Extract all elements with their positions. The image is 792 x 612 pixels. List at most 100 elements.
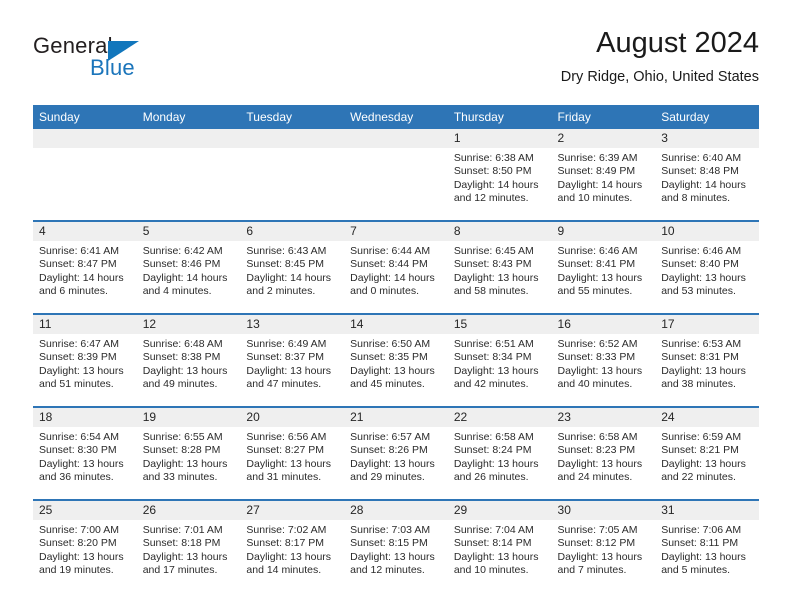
calendar-page: General Blue August 2024 Dry Ridge, Ohio… bbox=[0, 0, 792, 612]
day-details: Sunrise: 6:40 AM Sunset: 8:48 PM Daylight:… bbox=[655, 148, 759, 206]
calendar-day-cell[interactable]: 3 Sunrise: 6:40 AM Sunset: 8:48 PM Daylight… bbox=[655, 129, 759, 221]
day-cell-inner: 7 Sunrise: 6:44 AM Sunset: 8:44 PM Daylight… bbox=[344, 222, 448, 313]
sunrise-text: Sunrise: 6:47 AM bbox=[39, 338, 119, 350]
weekday-header-wednesday: Wednesday bbox=[344, 105, 448, 129]
calendar-day-cell[interactable]: 28 Sunrise: 7:03 AM Sunset: 8:15 PM Dayligh… bbox=[344, 499, 448, 592]
day-details: Sunrise: 6:49 AM Sunset: 8:37 PM Daylight:… bbox=[240, 334, 344, 392]
calendar-day-cell[interactable]: 2 Sunrise: 6:39 AM Sunset: 8:49 PM Daylight… bbox=[551, 129, 656, 221]
daylight-text: Daylight: 13 hours and 22 minutes. bbox=[661, 457, 746, 484]
sunrise-text: Sunrise: 6:52 AM bbox=[557, 338, 638, 350]
calendar-day-cell[interactable]: 11 Sunrise: 6:47 AM Sunset: 8:39 PM Dayligh… bbox=[33, 313, 137, 407]
sunset-text: Sunset: 8:15 PM bbox=[350, 537, 428, 550]
day-cell-inner: 3 Sunrise: 6:40 AM Sunset: 8:48 PM Daylight… bbox=[655, 129, 759, 220]
page-subtitle: Dry Ridge, Ohio, United States bbox=[560, 68, 759, 85]
calendar-day-cell[interactable]: 12 Sunrise: 6:48 AM Sunset: 8:38 PM Dayligh… bbox=[136, 313, 241, 407]
calendar-day-cell[interactable]: 19 Sunrise: 6:55 AM Sunset: 8:28 PM Dayligh… bbox=[136, 406, 241, 500]
sunrise-text: Sunrise: 7:00 AM bbox=[39, 524, 119, 536]
day-cell-inner: 14 Sunrise: 6:50 AM Sunset: 8:35 PM Dayligh… bbox=[344, 315, 448, 406]
sunrise-text: Sunrise: 6:55 AM bbox=[142, 431, 223, 443]
sunrise-text: Sunrise: 6:46 AM bbox=[557, 245, 638, 257]
sunset-text: Sunset: 8:21 PM bbox=[661, 444, 739, 457]
day-cell-inner: 18 Sunrise: 6:54 AM Sunset: 8:30 PM Dayligh… bbox=[33, 408, 137, 499]
calendar-day-cell[interactable]: 17 Sunrise: 6:53 AM Sunset: 8:31 PM Dayligh… bbox=[655, 313, 759, 407]
calendar-day-cell[interactable]: 26 Sunrise: 7:01 AM Sunset: 8:18 PM Dayligh… bbox=[136, 499, 241, 592]
sunset-text: Sunset: 8:45 PM bbox=[246, 258, 325, 271]
daylight-text: Daylight: 14 hours and 4 minutes. bbox=[142, 271, 228, 298]
day-number bbox=[136, 129, 241, 148]
day-number: 6 bbox=[240, 222, 345, 241]
sunrise-text: Sunrise: 6:49 AM bbox=[246, 338, 327, 350]
calendar-day-cell[interactable]: 23 Sunrise: 6:58 AM Sunset: 8:23 PM Dayligh… bbox=[551, 406, 656, 500]
calendar-day-cell[interactable]: 30 Sunrise: 7:05 AM Sunset: 8:12 PM Dayligh… bbox=[551, 499, 656, 592]
calendar-day-cell[interactable]: 6 Sunrise: 6:43 AM Sunset: 8:45 PM Daylight… bbox=[240, 220, 345, 314]
day-details: Sunrise: 6:38 AM Sunset: 8:50 PM Daylight:… bbox=[448, 148, 552, 206]
general-blue-logo[interactable]: General Blue bbox=[33, 33, 273, 91]
calendar-day-cell[interactable]: 22 Sunrise: 6:58 AM Sunset: 8:24 PM Dayligh… bbox=[447, 406, 552, 500]
day-cell-inner: 27 Sunrise: 7:02 AM Sunset: 8:17 PM Dayligh… bbox=[240, 501, 345, 592]
sunset-text: Sunset: 8:49 PM bbox=[557, 165, 636, 178]
calendar-week-row: 1 Sunrise: 6:38 AM Sunset: 8:50 PM Daylight… bbox=[33, 129, 759, 221]
calendar-day-cell[interactable]: 18 Sunrise: 6:54 AM Sunset: 8:30 PM Dayligh… bbox=[33, 406, 137, 500]
calendar-day-cell[interactable]: 31 Sunrise: 7:06 AM Sunset: 8:11 PM Dayligh… bbox=[655, 499, 759, 592]
day-details: Sunrise: 6:43 AM Sunset: 8:45 PM Daylight:… bbox=[240, 241, 344, 299]
daylight-text: Daylight: 13 hours and 26 minutes. bbox=[453, 457, 539, 484]
day-details: Sunrise: 7:00 AM Sunset: 8:20 PM Daylight:… bbox=[33, 520, 137, 578]
day-cell-inner: 22 Sunrise: 6:58 AM Sunset: 8:24 PM Dayligh… bbox=[447, 408, 552, 499]
day-cell-inner: 6 Sunrise: 6:43 AM Sunset: 8:45 PM Daylight… bbox=[240, 222, 345, 313]
calendar-day-cell[interactable]: 4 Sunrise: 6:41 AM Sunset: 8:47 PM Daylight… bbox=[33, 220, 137, 314]
day-number: 22 bbox=[447, 408, 552, 427]
daylight-text: Daylight: 14 hours and 2 minutes. bbox=[246, 271, 332, 298]
calendar-day-cell[interactable]: 1 Sunrise: 6:38 AM Sunset: 8:50 PM Daylight… bbox=[447, 129, 552, 221]
calendar-cell-empty bbox=[136, 129, 241, 221]
daylight-text: Daylight: 14 hours and 6 minutes. bbox=[39, 271, 124, 298]
sunset-text: Sunset: 8:44 PM bbox=[350, 258, 428, 271]
calendar-day-cell[interactable]: 16 Sunrise: 6:52 AM Sunset: 8:33 PM Dayligh… bbox=[551, 313, 656, 407]
sunset-text: Sunset: 8:39 PM bbox=[39, 351, 117, 364]
day-details: Sunrise: 6:59 AM Sunset: 8:21 PM Daylight:… bbox=[655, 427, 759, 485]
daylight-text: Daylight: 13 hours and 29 minutes. bbox=[350, 457, 435, 484]
daylight-text: Daylight: 14 hours and 8 minutes. bbox=[661, 178, 746, 205]
day-cell-inner: 1 Sunrise: 6:38 AM Sunset: 8:50 PM Daylight… bbox=[447, 129, 552, 220]
sunset-text: Sunset: 8:43 PM bbox=[453, 258, 532, 271]
day-cell-inner: 9 Sunrise: 6:46 AM Sunset: 8:41 PM Daylight… bbox=[551, 222, 656, 313]
calendar-day-cell[interactable]: 7 Sunrise: 6:44 AM Sunset: 8:44 PM Daylight… bbox=[344, 220, 448, 314]
sunset-text: Sunset: 8:23 PM bbox=[557, 444, 636, 457]
weekday-header-sunday: Sunday bbox=[33, 105, 137, 129]
calendar-day-cell[interactable]: 29 Sunrise: 7:04 AM Sunset: 8:14 PM Dayligh… bbox=[447, 499, 552, 592]
logo-text-blue: Blue bbox=[90, 55, 135, 80]
daylight-text: Daylight: 13 hours and 24 minutes. bbox=[557, 457, 643, 484]
calendar-day-cell[interactable]: 24 Sunrise: 6:59 AM Sunset: 8:21 PM Dayligh… bbox=[655, 406, 759, 500]
day-details: Sunrise: 6:42 AM Sunset: 8:46 PM Daylight:… bbox=[137, 241, 241, 299]
calendar-day-cell[interactable]: 8 Sunrise: 6:45 AM Sunset: 8:43 PM Daylight… bbox=[447, 220, 552, 314]
sunset-text: Sunset: 8:37 PM bbox=[246, 351, 325, 364]
sunrise-text: Sunrise: 7:03 AM bbox=[350, 524, 431, 536]
calendar-day-cell[interactable]: 9 Sunrise: 6:46 AM Sunset: 8:41 PM Daylight… bbox=[551, 220, 656, 314]
day-number: 13 bbox=[240, 315, 345, 334]
day-details: Sunrise: 6:57 AM Sunset: 8:26 PM Daylight:… bbox=[344, 427, 448, 485]
day-number: 21 bbox=[344, 408, 448, 427]
sunset-text: Sunset: 8:31 PM bbox=[661, 351, 739, 364]
day-details: Sunrise: 6:53 AM Sunset: 8:31 PM Daylight:… bbox=[655, 334, 759, 392]
calendar-day-cell[interactable]: 21 Sunrise: 6:57 AM Sunset: 8:26 PM Dayligh… bbox=[344, 406, 448, 500]
weekday-header-thursday: Thursday bbox=[447, 105, 552, 129]
day-number: 15 bbox=[447, 315, 552, 334]
sunrise-text: Sunrise: 7:04 AM bbox=[453, 524, 534, 536]
calendar-day-cell[interactable]: 25 Sunrise: 7:00 AM Sunset: 8:20 PM Dayligh… bbox=[33, 499, 137, 592]
calendar-day-cell[interactable]: 5 Sunrise: 6:42 AM Sunset: 8:46 PM Daylight… bbox=[136, 220, 241, 314]
daylight-text: Daylight: 13 hours and 51 minutes. bbox=[39, 364, 124, 391]
sunset-text: Sunset: 8:24 PM bbox=[453, 444, 532, 457]
calendar-day-cell[interactable]: 10 Sunrise: 6:46 AM Sunset: 8:40 PM Dayligh… bbox=[655, 220, 759, 314]
sunset-text: Sunset: 8:48 PM bbox=[661, 165, 739, 178]
calendar-week-row: 18 Sunrise: 6:54 AM Sunset: 8:30 PM Dayligh… bbox=[33, 406, 759, 500]
sunset-text: Sunset: 8:47 PM bbox=[39, 258, 117, 271]
calendar-day-cell[interactable]: 27 Sunrise: 7:02 AM Sunset: 8:17 PM Dayligh… bbox=[240, 499, 345, 592]
calendar-day-cell[interactable]: 20 Sunrise: 6:56 AM Sunset: 8:27 PM Dayligh… bbox=[240, 406, 345, 500]
calendar-day-cell[interactable]: 13 Sunrise: 6:49 AM Sunset: 8:37 PM Dayligh… bbox=[240, 313, 345, 407]
calendar-day-cell[interactable]: 14 Sunrise: 6:50 AM Sunset: 8:35 PM Dayligh… bbox=[344, 313, 448, 407]
sunset-text: Sunset: 8:18 PM bbox=[142, 537, 221, 550]
calendar-day-cell[interactable]: 15 Sunrise: 6:51 AM Sunset: 8:34 PM Dayligh… bbox=[447, 313, 552, 407]
day-number: 31 bbox=[655, 501, 759, 520]
day-cell-inner: 21 Sunrise: 6:57 AM Sunset: 8:26 PM Dayligh… bbox=[344, 408, 448, 499]
day-cell-inner: 17 Sunrise: 6:53 AM Sunset: 8:31 PM Dayligh… bbox=[655, 315, 759, 406]
day-details: Sunrise: 6:47 AM Sunset: 8:39 PM Daylight:… bbox=[33, 334, 137, 392]
